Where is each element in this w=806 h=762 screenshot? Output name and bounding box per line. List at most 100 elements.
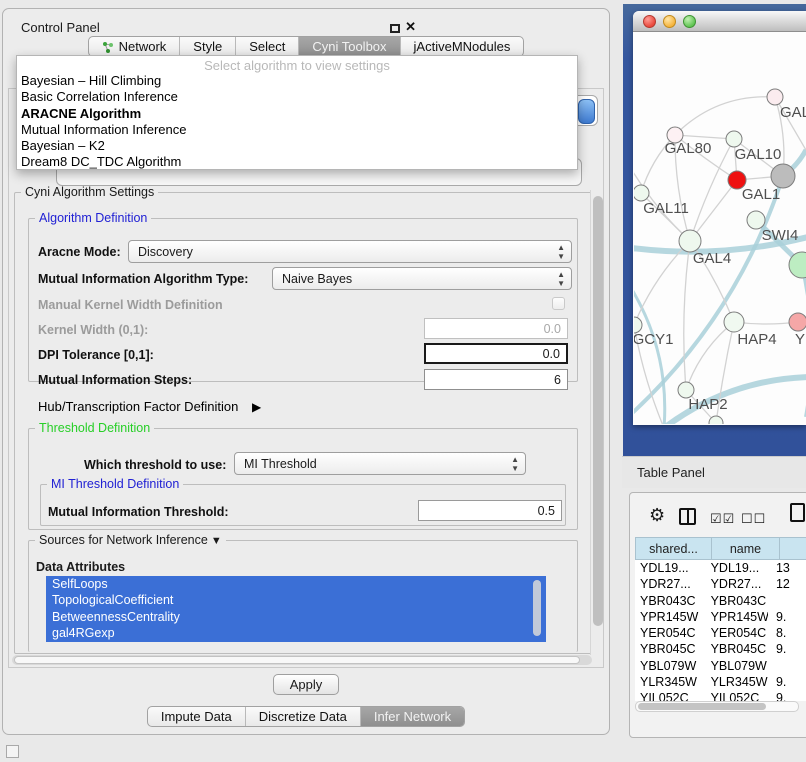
node-label: GAL10 [735,146,782,163]
group-title: MI Threshold Definition [47,477,183,491]
node-label: GAL [780,104,806,121]
table-row[interactable]: YDL19...YDL19...13 [635,560,806,576]
close-panel-icon[interactable]: ✕ [405,19,416,35]
table-row[interactable]: YBL079WYBL079W [635,658,806,674]
column-header[interactable]: shared... [635,537,712,560]
table-cell: 8. [768,625,806,641]
network-edge[interactable] [675,97,775,135]
tab-style[interactable]: Style [179,37,235,56]
table-cell: 9. [768,690,806,701]
network-node[interactable] [771,164,795,188]
group-title: Threshold Definition [35,421,154,435]
sources-group-title[interactable]: Sources for Network Inference [35,533,226,547]
tab-network[interactable]: Network [89,37,180,56]
table-cell: 9. [768,641,806,657]
network-node-gal[interactable] [767,89,783,105]
horizontal-scrollbar[interactable] [12,655,592,665]
data-attribute-item[interactable]: TopologicalCoefficient [46,592,546,608]
tab-label: Cyni Toolbox [312,39,386,54]
mi-algorithm-type-combo[interactable]: Naive Bayes ▲▼ [272,267,572,290]
network-node-hap4[interactable] [724,312,744,332]
file-icon[interactable] [790,503,805,522]
data-attributes-label: Data Attributes [36,560,125,574]
algorithm-option[interactable]: Dream8 DC_TDC Algorithm [17,154,577,170]
network-icon [102,41,114,53]
algorithm-option[interactable]: Bayesian – K2 [17,138,577,154]
algorithm-option[interactable]: Basic Correlation Inference [17,89,577,105]
node-label: GAL4 [693,250,731,267]
which-threshold-combo[interactable]: MI Threshold ▲▼ [234,452,526,475]
tab-cyni-toolbox[interactable]: Cyni Toolbox [298,37,399,56]
select-all-icon[interactable]: ☑☑ [710,511,735,527]
node-label: SWI4 [762,227,799,244]
control-panel-title: Control Panel [21,20,100,35]
network-node-gal10[interactable] [726,131,742,147]
network-edge[interactable] [634,280,665,424]
table-row[interactable]: YIL052CYIL052C9. [635,690,806,701]
node-label: HAP2 [688,396,727,413]
hub-definition-label: Hub/Transcription Factor Definition [38,399,238,414]
table-body: YDL19...YDL19...13YDR27...YDR27...12YBR0… [635,560,806,701]
table-horizontal-scrollbar[interactable] [635,701,799,712]
table-cell: 13 [768,560,806,576]
manual-kernel-label: Manual Kernel Width Definition [38,298,223,312]
data-attribute-item[interactable]: BetweennessCentrality [46,609,546,625]
network-node-gal4[interactable] [679,230,701,252]
control-panel-tabbar: NetworkStyleSelect Cyni Toolbox jActiveMNo… [2,36,610,57]
tab-jactivemnodules[interactable]: jActiveMNodules [400,37,524,56]
tab-impute-data[interactable]: Impute Data [148,707,245,726]
table-row[interactable]: YPR145WYPR145W9. [635,609,806,625]
group-title: Algorithm Definition [35,211,151,225]
algorithm-option[interactable]: ARACNE Algorithm [17,106,577,122]
table-cell: YLR345W [635,674,706,690]
hub-definition-expander[interactable]: Hub/Transcription Factor Definition ▶ [38,399,261,414]
column-header[interactable]: name [712,537,780,560]
collapsed-panel-icon[interactable] [6,745,19,758]
tab-label: Discretize Data [259,709,347,724]
column-header[interactable] [780,537,806,560]
table-row[interactable]: YER054CYER054C8. [635,625,806,641]
window-minimize-icon[interactable] [663,15,676,28]
mutual-info-threshold-field[interactable]: 0.5 [418,500,562,521]
table-cell: YPR145W [706,609,768,625]
vertical-scrollbar[interactable] [590,190,603,655]
tab-select[interactable]: Select [235,37,298,56]
algorithm-option[interactable]: Mutual Information Inference [17,122,577,138]
table-row[interactable]: YLR345WYLR345W9. [635,674,806,690]
combo-spinner-button[interactable] [578,99,595,124]
mutual-info-threshold-label: Mutual Information Threshold: [48,505,229,519]
table-row[interactable]: YBR045CYBR045C9. [635,641,806,657]
manual-kernel-checkbox[interactable] [552,297,565,310]
network-window-titlebar[interactable] [633,11,806,32]
window-close-icon[interactable] [643,15,656,28]
kernel-width-field[interactable]: 0.0 [424,318,568,339]
data-attribute-item[interactable]: gal4RGexp [46,625,546,641]
deselect-all-icon[interactable]: ☐☐ [741,511,766,527]
network-edge[interactable] [690,180,737,241]
data-attribute-item[interactable]: SelfLoops [46,576,546,592]
tab-infer-network[interactable]: Infer Network [360,707,464,726]
list-scrollbar[interactable] [533,580,541,636]
node-label: HAP4 [737,331,776,348]
data-attributes-list[interactable]: SelfLoopsTopologicalCoefficientBetweenne… [46,576,546,642]
network-node-gal11[interactable] [634,185,649,201]
network-edge[interactable] [675,135,734,139]
gear-icon[interactable]: ⚙ [649,505,665,526]
table-row[interactable]: YBR043CYBR043C [635,593,806,609]
table-row[interactable]: YDR27...YDR27...12 [635,576,806,592]
mi-steps-field[interactable]: 6 [424,369,568,390]
aracne-mode-value: Discovery [138,245,193,259]
float-panel-icon[interactable] [390,24,400,33]
apply-button[interactable]: Apply [273,674,339,695]
network-edge[interactable] [684,241,690,390]
algorithm-option[interactable]: Bayesian – Hill Climbing [17,73,577,89]
network-node-y[interactable] [789,313,806,331]
split-view-icon[interactable] [679,508,696,525]
aracne-mode-combo[interactable]: Discovery ▲▼ [128,240,572,263]
node-label: GAL11 [643,200,689,217]
network-canvas[interactable]: GALGAL80GAL10GAL1GAL11SWI4GAL4GCY1HAP4YH… [634,32,806,424]
dpi-tolerance-field[interactable]: 0.0 [424,343,568,364]
table-cell: 9. [768,609,806,625]
window-zoom-icon[interactable] [683,15,696,28]
tab-discretize-data[interactable]: Discretize Data [245,707,360,726]
